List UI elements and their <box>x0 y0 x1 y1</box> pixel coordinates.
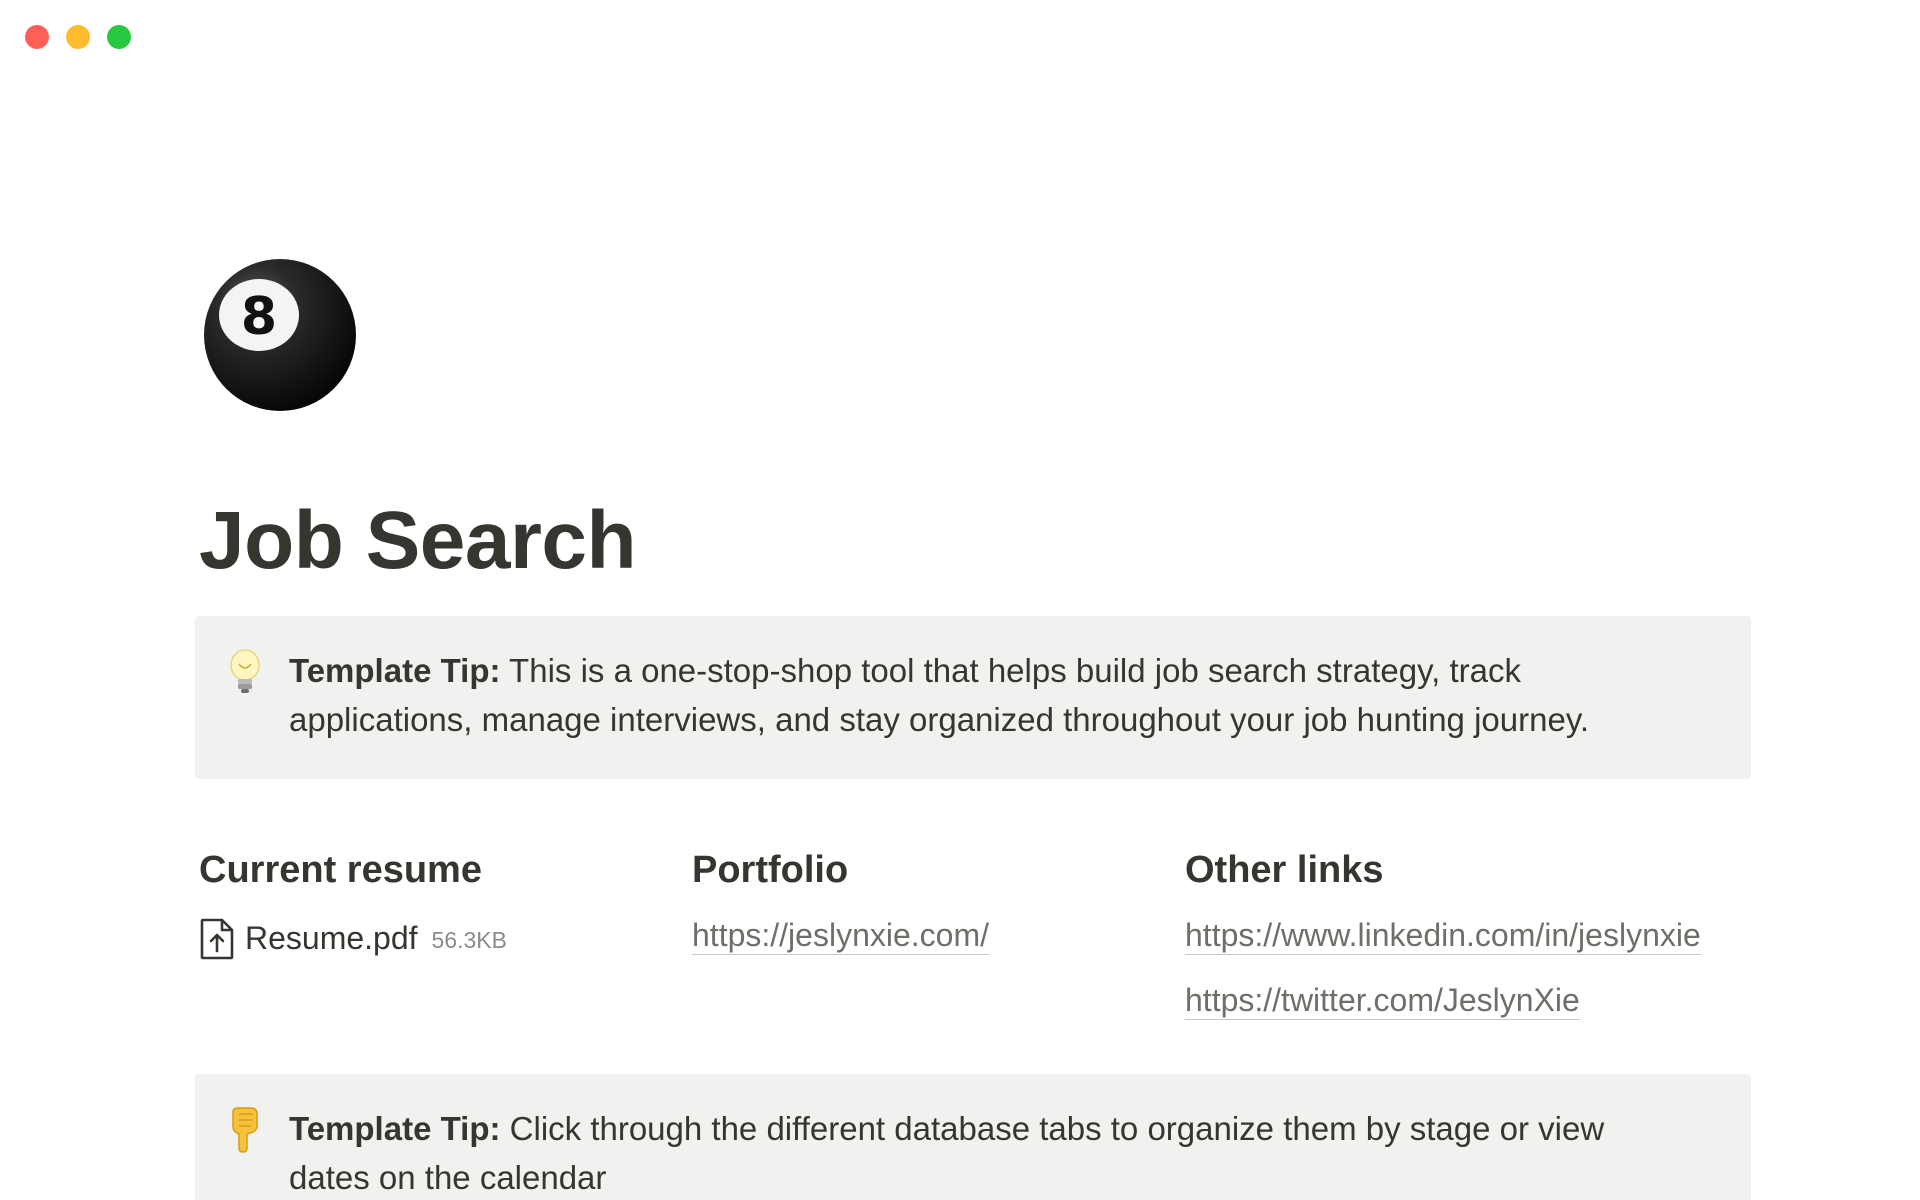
minimize-window-button[interactable] <box>66 25 90 49</box>
page-title[interactable]: Job Search <box>199 495 637 586</box>
light-bulb-icon <box>230 649 260 693</box>
callout-label: Template Tip: <box>289 652 501 689</box>
other-links-column: Other links https://www.linkedin.com/in/… <box>1185 849 1701 1020</box>
other-links-heading: Other links <box>1185 849 1384 891</box>
portfolio-link[interactable]: https://jeslynxie.com/ <box>692 916 989 955</box>
callout-label: Template Tip: <box>289 1110 501 1147</box>
maximize-window-button[interactable] <box>107 25 131 49</box>
twitter-link[interactable]: https://twitter.com/JeslynXie <box>1185 981 1580 1020</box>
8-ball-icon[interactable]: 8 <box>203 258 357 412</box>
window-controls <box>25 25 131 49</box>
resume-column: Current resume Resume.pdf 56.3KB <box>199 849 507 960</box>
close-window-button[interactable] <box>25 25 49 49</box>
portfolio-column: Portfolio https://jeslynxie.com/ <box>692 849 989 955</box>
pointing-down-hand-icon <box>232 1107 258 1153</box>
linkedin-link[interactable]: https://www.linkedin.com/in/jeslynxie <box>1185 916 1701 955</box>
resume-file[interactable]: Resume.pdf 56.3KB <box>199 918 507 960</box>
portfolio-heading: Portfolio <box>692 849 849 891</box>
template-tip-callout[interactable]: Template Tip: This is a one-stop-shop to… <box>195 616 1751 779</box>
file-upload-icon <box>200 918 234 960</box>
resume-heading: Current resume <box>199 849 482 891</box>
links-columns: Current resume Resume.pdf 56.3KB Portfol… <box>199 849 1759 1050</box>
template-tip-callout-2[interactable]: Template Tip: Click through the differen… <box>195 1074 1751 1200</box>
resume-file-name: Resume.pdf <box>245 920 418 957</box>
app-window: 8 Job Search Template Tip: This is a one… <box>0 0 1920 1200</box>
resume-file-size: 56.3KB <box>431 927 507 954</box>
svg-text:8: 8 <box>241 287 277 347</box>
